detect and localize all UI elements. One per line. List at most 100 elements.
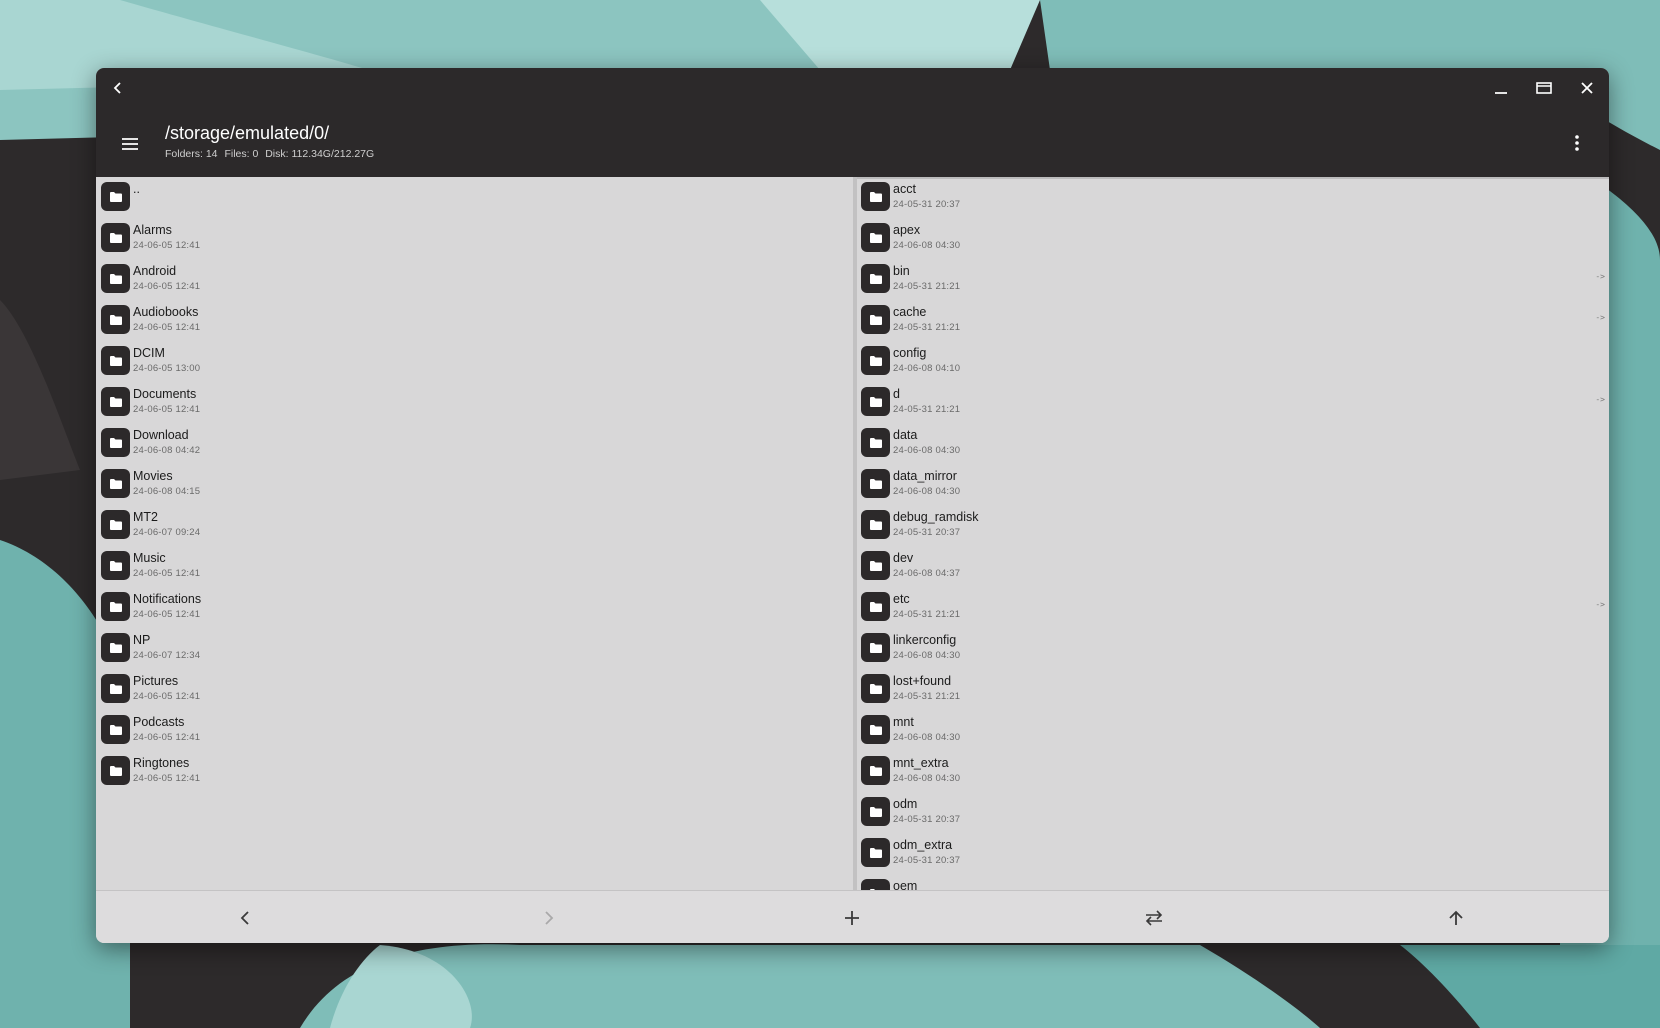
- folder-date: 24-06-05 12:41: [133, 691, 201, 702]
- folder-row[interactable]: lost+found 24-05-31 21:21: [857, 669, 1609, 710]
- dual-pane-area: .. Alarms 24-06-05 12:41 Android 24-06-05 12…: [96, 177, 1609, 890]
- folder-row[interactable]: Music 24-06-05 12:41: [96, 546, 853, 587]
- minimize-icon[interactable]: [1489, 76, 1513, 100]
- folder-icon: [101, 264, 130, 293]
- folder-name: Music: [133, 551, 166, 565]
- folder-row[interactable]: mnt_extra 24-06-08 04:30: [857, 751, 1609, 792]
- maximize-icon[interactable]: [1532, 76, 1556, 100]
- folder-row[interactable]: Alarms 24-06-05 12:41: [96, 218, 853, 259]
- folder-row[interactable]: oem: [857, 874, 1609, 890]
- folder-icon: [861, 387, 890, 416]
- arrow-forward-icon[interactable]: [535, 905, 561, 931]
- folder-icon: [101, 633, 130, 662]
- folder-row[interactable]: bin 24-05-31 21:21 ->: [857, 259, 1609, 300]
- folder-date: 24-06-05 12:41: [133, 568, 201, 579]
- folder-date: 24-06-08 04:30: [893, 486, 961, 497]
- disk-usage: Disk: 112.34G/212.27G: [265, 148, 375, 160]
- folder-name: Audiobooks: [133, 305, 199, 319]
- folder-name: dev: [893, 551, 914, 565]
- swap-panes-icon[interactable]: [1141, 905, 1167, 931]
- folder-date: 24-06-08 04:37: [893, 568, 961, 579]
- folder-row[interactable]: Podcasts 24-06-05 12:41: [96, 710, 853, 751]
- folder-icon: [861, 756, 890, 785]
- folder-icon: [101, 674, 130, 703]
- folder-date: 24-06-08 04:30: [893, 773, 961, 784]
- folder-name: Podcasts: [133, 715, 185, 729]
- folder-name: lost+found: [893, 674, 952, 688]
- folder-date: 24-06-08 04:30: [893, 445, 961, 456]
- folder-row[interactable]: Movies 24-06-08 04:15: [96, 464, 853, 505]
- folder-row[interactable]: debug_ramdisk 24-05-31 20:37: [857, 505, 1609, 546]
- folder-row[interactable]: config 24-06-08 04:10: [857, 341, 1609, 382]
- symlink-indicator: ->: [1595, 313, 1605, 322]
- folder-row[interactable]: odm_extra 24-05-31 20:37: [857, 833, 1609, 874]
- files-count: Files: 0: [224, 148, 259, 160]
- folder-row[interactable]: Android 24-06-05 12:41: [96, 259, 853, 300]
- folder-name: apex: [893, 223, 921, 237]
- left-pane[interactable]: .. Alarms 24-06-05 12:41 Android 24-06-05 12…: [96, 177, 853, 890]
- folder-name: etc: [893, 592, 910, 606]
- current-path: /storage/emulated/0/: [165, 123, 330, 143]
- file-manager-window: /storage/emulated/0/ Folders: 14 Files: …: [96, 68, 1609, 943]
- folder-name: mnt_extra: [893, 756, 949, 770]
- more-vertical-icon[interactable]: [1565, 131, 1589, 155]
- folder-row[interactable]: data_mirror 24-06-08 04:30: [857, 464, 1609, 505]
- folder-row[interactable]: cache 24-05-31 21:21 ->: [857, 300, 1609, 341]
- folder-row[interactable]: mnt 24-06-08 04:30: [857, 710, 1609, 751]
- folder-name: mnt: [893, 715, 914, 729]
- chevron-left-icon[interactable]: [106, 76, 130, 100]
- folder-name: ..: [133, 182, 140, 196]
- folder-name: acct: [893, 182, 916, 196]
- folder-row[interactable]: linkerconfig 24-06-08 04:30: [857, 628, 1609, 669]
- folder-row[interactable]: Audiobooks 24-06-05 12:41: [96, 300, 853, 341]
- folder-row[interactable]: Notifications 24-06-05 12:41: [96, 587, 853, 628]
- hamburger-menu-icon[interactable]: [118, 132, 142, 156]
- folder-name: debug_ramdisk: [893, 510, 979, 524]
- folder-icon: [861, 469, 890, 498]
- folder-name: Android: [133, 264, 177, 278]
- folder-icon: [101, 428, 130, 457]
- folder-row[interactable]: Ringtones 24-06-05 12:41: [96, 751, 853, 792]
- folder-icon: [101, 551, 130, 580]
- folder-name: bin: [893, 264, 910, 278]
- folder-row[interactable]: Pictures 24-06-05 12:41: [96, 669, 853, 710]
- folder-row[interactable]: data 24-06-08 04:30: [857, 423, 1609, 464]
- folder-row[interactable]: DCIM 24-06-05 13:00: [96, 341, 853, 382]
- folder-row[interactable]: MT2 24-06-07 09:24: [96, 505, 853, 546]
- folder-row[interactable]: Download 24-06-08 04:42: [96, 423, 853, 464]
- folder-name: NP: [133, 633, 151, 647]
- folder-name: Movies: [133, 469, 173, 483]
- folder-date: 24-06-05 12:41: [133, 773, 201, 784]
- folder-icon: [861, 223, 890, 252]
- folder-row[interactable]: acct 24-05-31 20:37: [857, 177, 1609, 218]
- folder-name: Download: [133, 428, 189, 442]
- arrow-back-icon[interactable]: [233, 905, 259, 931]
- folder-icon: [861, 551, 890, 580]
- folder-row[interactable]: ..: [96, 177, 853, 218]
- folder-row[interactable]: dev 24-06-08 04:37: [857, 546, 1609, 587]
- folder-row[interactable]: odm 24-05-31 20:37: [857, 792, 1609, 833]
- path-stats: Folders: 14 Files: 0 Disk: 112.34G/212.2…: [165, 148, 378, 160]
- folder-row[interactable]: NP 24-06-07 12:34: [96, 628, 853, 669]
- folder-icon: [101, 715, 130, 744]
- arrow-up-icon[interactable]: [1443, 905, 1469, 931]
- folder-date: 24-06-05 12:41: [133, 240, 201, 251]
- close-icon[interactable]: [1575, 76, 1599, 100]
- folder-date: 24-05-31 21:21: [893, 609, 961, 620]
- folder-row[interactable]: apex 24-06-08 04:30: [857, 218, 1609, 259]
- folder-icon: [861, 346, 890, 375]
- folder-icon: [101, 387, 130, 416]
- folder-row[interactable]: Documents 24-06-05 12:41: [96, 382, 853, 423]
- folder-name: Ringtones: [133, 756, 190, 770]
- folder-row[interactable]: etc 24-05-31 21:21 ->: [857, 587, 1609, 628]
- plus-icon[interactable]: [839, 905, 865, 931]
- left-file-list: .. Alarms 24-06-05 12:41 Android 24-06-05 12…: [96, 177, 853, 792]
- folder-date: 24-06-05 13:00: [133, 363, 201, 374]
- right-pane[interactable]: acct 24-05-31 20:37 apex 24-06-08 04:30 bin 2…: [857, 177, 1609, 890]
- folder-icon: [861, 592, 890, 621]
- folder-date: 24-06-08 04:30: [893, 240, 961, 251]
- folder-name: config: [893, 346, 927, 360]
- folder-name: odm_extra: [893, 838, 953, 852]
- symlink-indicator: ->: [1595, 395, 1605, 404]
- folder-row[interactable]: d 24-05-31 21:21 ->: [857, 382, 1609, 423]
